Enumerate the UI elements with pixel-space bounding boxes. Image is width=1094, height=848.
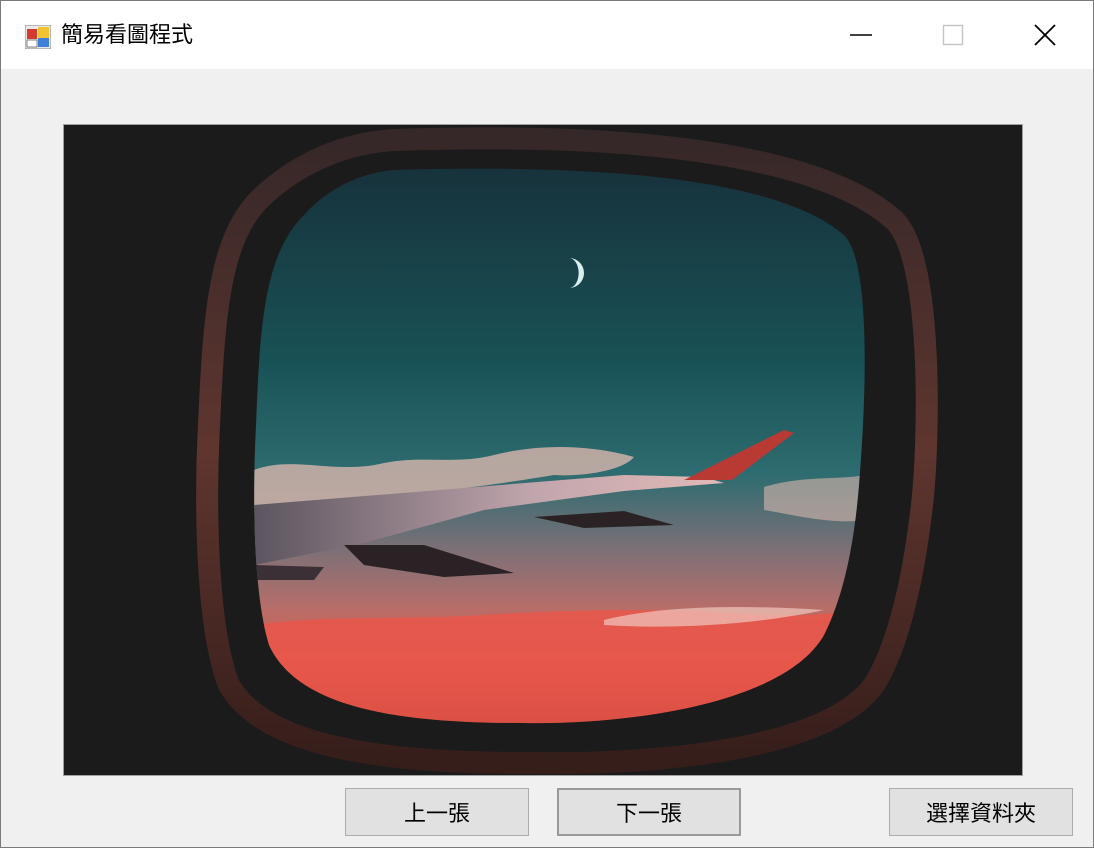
choose-folder-button[interactable]: 選擇資料夾: [889, 788, 1073, 836]
displayed-photo: [64, 125, 1022, 775]
maximize-button[interactable]: [907, 1, 999, 69]
minimize-button[interactable]: [815, 1, 907, 69]
app-icon: [25, 25, 51, 49]
title-bar[interactable]: 簡易看圖程式: [1, 1, 1093, 69]
app-window: 簡易看圖程式 上一張 下一張 選擇資料夾: [0, 0, 1094, 848]
previous-image-button[interactable]: 上一張: [345, 788, 529, 836]
close-icon: [1034, 24, 1056, 46]
picture-box: [63, 124, 1023, 776]
window-title: 簡易看圖程式: [61, 23, 194, 48]
close-button[interactable]: [999, 1, 1091, 69]
next-image-button[interactable]: 下一張: [557, 788, 741, 836]
maximize-icon: [942, 24, 964, 46]
minimize-icon: [850, 34, 872, 36]
